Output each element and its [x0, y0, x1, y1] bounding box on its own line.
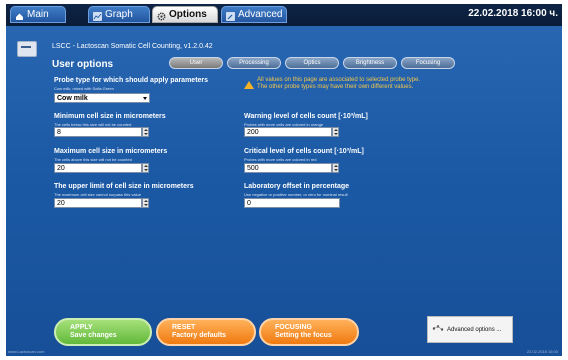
graph-icon [93, 10, 102, 21]
upper-limit-label: The upper limit of cell size in micromet… [54, 183, 194, 190]
warning-triangle-icon [244, 81, 254, 89]
tab-options[interactable]: Options [152, 6, 218, 23]
tab-main[interactable]: Main [10, 6, 66, 23]
date-time-display: 22.02.2018 16:00 ч. [468, 8, 558, 19]
tab-advanced-label: Advanced [238, 9, 283, 20]
lab-offset-hint: Use negative or positive number, or zero… [244, 192, 348, 197]
gear-icon [157, 10, 166, 21]
focusing-button-subtitle: Setting the focus [275, 332, 332, 339]
section-tab-brightness[interactable]: Brightness [343, 57, 397, 69]
probe-type-value: Cow milk [57, 95, 88, 102]
min-cell-size-stepper[interactable] [142, 127, 149, 137]
max-cell-size-label: Maximum cell size in micrometers [54, 148, 168, 155]
min-cell-size-label: Minimum cell size in micrometers [54, 113, 166, 120]
apply-button-subtitle: Save changes [70, 332, 117, 339]
top-navigation-bar: Main Graph Options Advanced 22.02.2018 1… [6, 4, 562, 26]
warning-message: All values on this page are associated t… [257, 77, 420, 91]
settings-dots-icon [432, 324, 444, 335]
upper-limit-hint: The maximum cell size cannot surpass thi… [54, 192, 141, 197]
advanced-options-label: Advanced options ... [447, 326, 502, 333]
tab-options-label: Options [169, 9, 207, 20]
section-tab-processing[interactable]: Processing [227, 57, 281, 69]
min-cell-size-input[interactable]: 8 [54, 127, 142, 137]
warning-level-input[interactable]: 200 [244, 127, 332, 137]
focusing-button[interactable]: FOCUSING Setting the focus [259, 318, 359, 346]
options-screen: Main Graph Options Advanced 22.02.2018 1… [6, 4, 562, 356]
tab-main-label: Main [27, 9, 49, 20]
apply-button[interactable]: APPLY Save changes [54, 318, 152, 346]
max-cell-size-hint: The cells above this size will not be co… [54, 157, 132, 162]
lab-offset-input[interactable]: 0 [244, 198, 340, 208]
section-tab-focusing[interactable]: Focusing [401, 57, 455, 69]
warning-line-2: The other probe types may have their own… [257, 84, 414, 90]
critical-level-hint: Probes with more cells are colored in re… [244, 157, 317, 162]
footer-website: www.Lactoscan.com [8, 349, 45, 354]
reset-button-subtitle: Factory defaults [172, 332, 227, 339]
page-title: User options [52, 59, 114, 70]
max-cell-size-stepper[interactable] [142, 163, 149, 173]
upper-limit-input[interactable]: 20 [54, 198, 142, 208]
wrench-icon [226, 10, 235, 21]
critical-level-input[interactable]: 500 [244, 163, 332, 173]
tab-advanced[interactable]: Advanced [221, 6, 287, 23]
home-icon [15, 10, 24, 20]
reset-button[interactable]: RESET Factory defaults [156, 318, 256, 346]
probe-type-label: Probe type for which should apply parame… [54, 77, 209, 84]
warning-line-1: All values on this page are associated t… [257, 77, 421, 83]
tab-graph-label: Graph [105, 9, 133, 20]
lab-offset-label: Laboratory offset in percentage [244, 183, 350, 190]
footer-timestamp: 22.02.2018 16:00 [526, 349, 558, 354]
probe-type-select[interactable]: Cow milk [54, 93, 150, 103]
advanced-options-button[interactable]: Advanced options ... [427, 316, 513, 343]
probe-type-hint: Cow milk, mixed with Sofia Green [54, 86, 114, 91]
tab-graph[interactable]: Graph [88, 6, 150, 23]
warning-level-stepper[interactable] [332, 127, 339, 137]
chevron-down-icon [143, 97, 147, 100]
section-tab-optics[interactable]: Optics [285, 57, 339, 69]
focusing-button-title: FOCUSING [275, 324, 312, 331]
max-cell-size-input[interactable]: 20 [54, 163, 142, 173]
device-title: LSCC - Lactoscan Somatic Cell Counting, … [52, 43, 213, 50]
critical-level-stepper[interactable] [332, 163, 339, 173]
warning-level-label: Warning level of cells count [·10³/mL] [244, 113, 368, 120]
apply-button-title: APPLY [70, 324, 93, 331]
section-tab-user[interactable]: User [169, 57, 223, 69]
upper-limit-stepper[interactable] [142, 198, 149, 208]
analyzer-device-icon [17, 41, 37, 57]
reset-button-title: RESET [172, 324, 196, 331]
critical-level-label: Critical level of cells count [·10³/mL] [244, 148, 364, 155]
